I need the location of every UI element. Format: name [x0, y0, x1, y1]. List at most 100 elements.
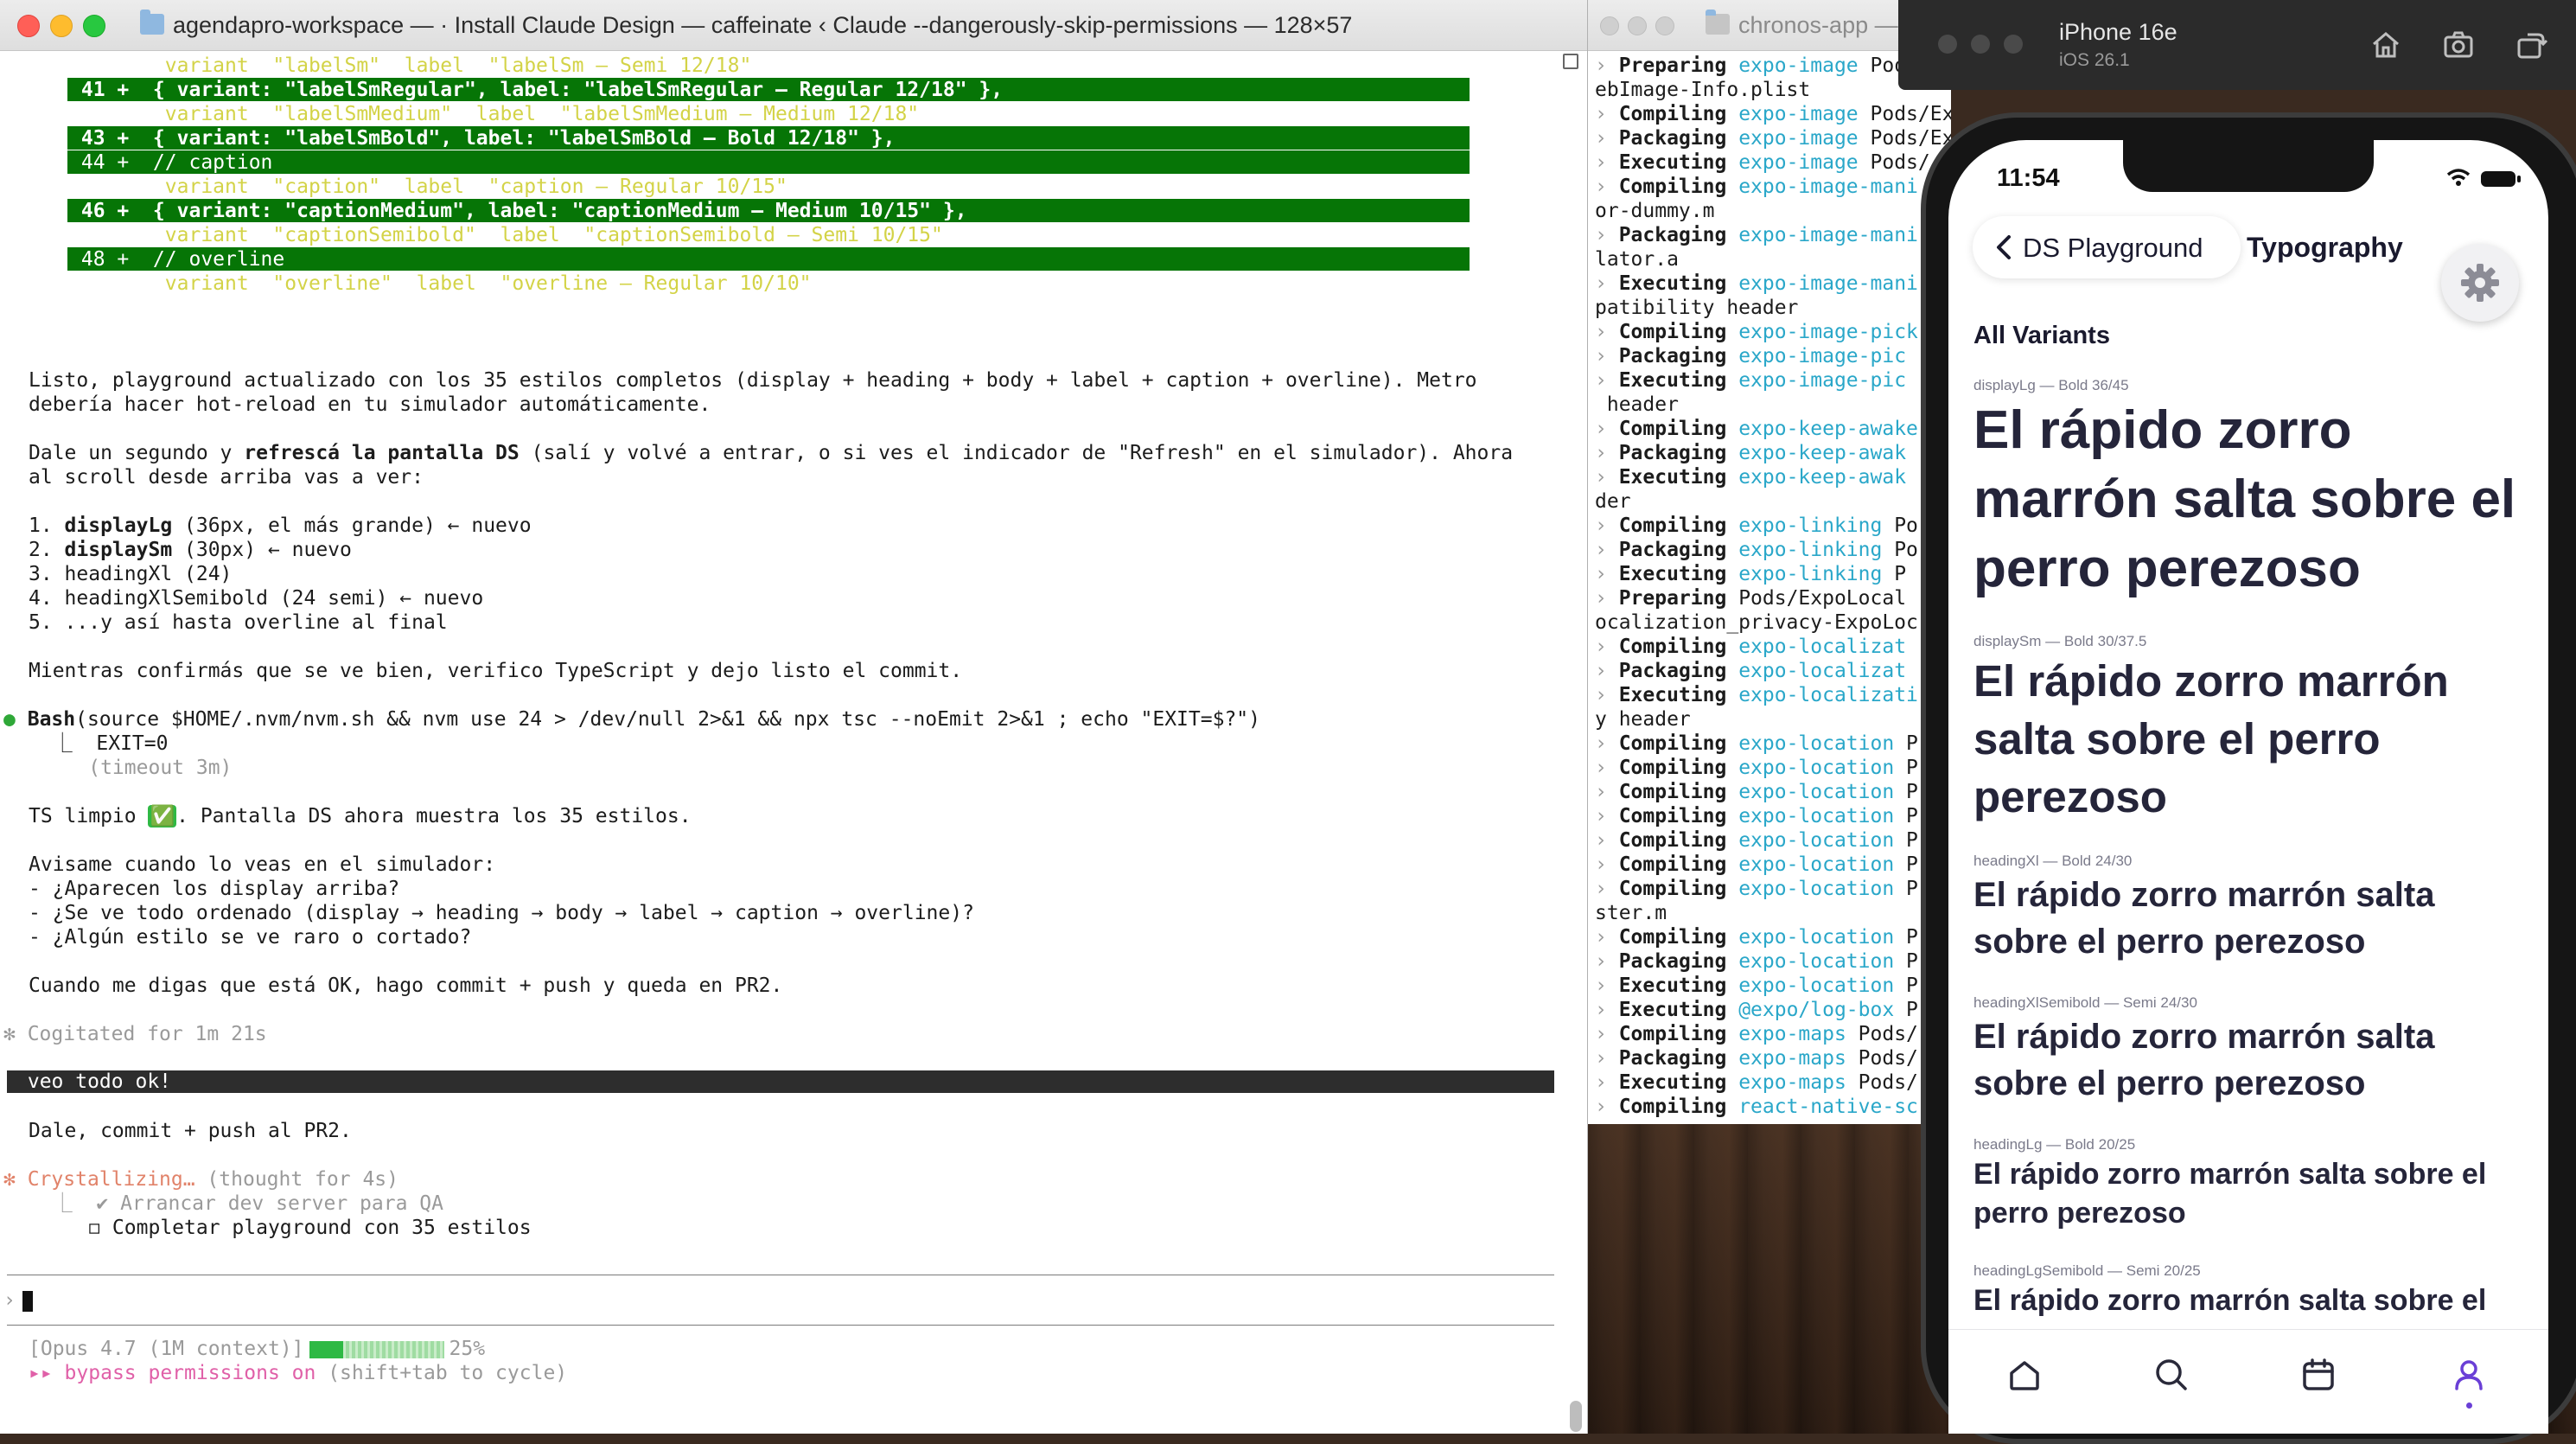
settings-button[interactable] [2441, 244, 2519, 322]
terminal-titlebar[interactable]: chronos-app — [1588, 0, 1951, 51]
build-log-line: lator.a [1595, 248, 1679, 271]
device-name: iPhone 16e [2059, 19, 2177, 45]
diff-line: 48 + // overline [69, 248, 285, 271]
variant-sample: El rápido zorro marrón salta sobre el [1973, 1284, 2487, 1317]
build-log-line: › Compiling expo-localizat [1595, 636, 1907, 658]
minimize-button[interactable] [50, 15, 73, 37]
assistant-text: al scroll desde arriba vas a ver: [29, 466, 424, 489]
screenshot-icon[interactable] [2441, 28, 2476, 62]
terminal-titlebar[interactable]: agendapro-workspace — · Install Claude D… [0, 0, 1587, 51]
assistant-text: Listo, playground actualizado con los 35… [29, 369, 1477, 392]
tab-bar[interactable] [1948, 1329, 2548, 1434]
variant-sample: El rápido zorro marrón salta sobre el pe… [1973, 1158, 2487, 1230]
diff-line: variant "caption" label "caption — Regul… [69, 176, 787, 198]
gear-icon [2461, 264, 2499, 302]
user-message-bar [7, 1070, 1554, 1093]
todo-item-open: ◻ Completar playground con 35 estilos [29, 1217, 532, 1239]
chevron-left-icon [1997, 235, 2011, 259]
close-button[interactable] [17, 15, 40, 37]
calendar-tab-icon[interactable] [2299, 1356, 2337, 1394]
build-log-line: › Preparing Pods/ExpoLocal [1595, 587, 1907, 610]
build-log-line: › Compiling expo-image-pick [1595, 321, 1918, 343]
build-log-line: › Packaging expo-linking Po [1595, 539, 1918, 561]
bash-tool-line: ● Bash(source $HOME/.nvm/nvm.sh && nvm u… [3, 708, 1260, 731]
diff-line: variant "captionSemibold" label "caption… [69, 224, 943, 246]
build-log-line: › Compiling expo-linking Po [1595, 514, 1918, 537]
build-log-line: › Executing expo-image Pods/ [1595, 151, 1930, 174]
build-log-line: › Compiling expo-keep-awake [1595, 418, 1918, 440]
build-log-line: › Compiling expo-location P [1595, 829, 1918, 852]
permissions-line[interactable]: ▸▸ bypass permissions on (shift+tab to c… [29, 1361, 567, 1385]
text-cursor [22, 1290, 33, 1312]
user-message: veo todo ok! [16, 1070, 172, 1093]
variant-sample: El rápido zorro marrón salta sobre el pe… [1973, 876, 2435, 961]
assistant-text: Mientras confirmás que se ve bien, verif… [29, 660, 963, 682]
home-icon[interactable] [2369, 28, 2403, 62]
home-tab-icon[interactable] [2005, 1356, 2044, 1394]
scrollbar[interactable] [1570, 1401, 1582, 1432]
profile-tab-icon[interactable] [2450, 1356, 2488, 1394]
build-log-line: › Packaging expo-localizat [1595, 660, 1907, 682]
variant-caption: headingXlSemibold — Semi 24/30 [1973, 994, 2197, 1011]
context-progress-fill [309, 1340, 343, 1358]
terminal-window-build[interactable]: chronos-app — › Preparing expo-image Poo… [1587, 0, 1951, 1124]
bash-output: ⎿ EXIT=0 [29, 732, 169, 755]
build-log-line: › Compiling expo-location P [1595, 853, 1918, 876]
build-log-line: ebImage-Info.plist [1595, 79, 1811, 101]
build-log-line: › Executing expo-linking P [1595, 563, 1907, 585]
minimize-button[interactable] [1971, 35, 1990, 54]
variant-sample: El rápido zorro marrón salta sobre el pe… [1973, 1018, 2435, 1102]
close-button[interactable] [1938, 35, 1957, 54]
assistant-text: Cuando me digas que está OK, hago commit… [29, 974, 783, 997]
list-item: 2. displaySm (30px) ← nuevo [29, 539, 352, 561]
minimize-button[interactable] [1628, 16, 1647, 35]
page-title: Typography [2247, 232, 2403, 263]
build-log-line: › Compiling expo-location P [1595, 926, 1918, 949]
assistant-text: Dale, commit + push al PR2. [29, 1120, 352, 1142]
status-icons [2443, 166, 2522, 195]
prompt-input[interactable]: › [3, 1288, 33, 1313]
phone-screen[interactable]: 11:54 DS Playground Typography All Varia… [1948, 140, 2548, 1434]
back-button[interactable]: DS Playground [1973, 216, 2241, 278]
build-log-line: › Packaging expo-location P [1595, 950, 1918, 973]
split-pane-icon[interactable] [1563, 54, 1578, 69]
assistant-text: TS limpio ✅. Pantalla DS ahora muestra l… [29, 805, 692, 827]
crystallizing-status: ✻ Crystallizing… (thought for 4s) [3, 1168, 399, 1191]
zoom-button[interactable] [1655, 16, 1674, 35]
build-log-line: › Executing expo-keep-awak [1595, 466, 1907, 489]
build-log-line: ster.m [1595, 902, 1667, 924]
status-line: [Opus 4.7 (1M context)] 25% [29, 1338, 486, 1360]
build-log-line: › Compiling expo-location P [1595, 805, 1918, 827]
zoom-button[interactable] [83, 15, 105, 37]
variant-caption: displayLg — Bold 36/45 [1973, 377, 2129, 393]
prompt-divider [7, 1325, 1554, 1326]
close-button[interactable] [1600, 16, 1619, 35]
search-tab-icon[interactable] [2152, 1356, 2190, 1394]
assistant-text: - ¿Se ve todo ordenado (display → headin… [29, 902, 974, 924]
build-log-line: › Compiling expo-location P [1595, 757, 1918, 779]
terminal-window-main[interactable]: agendapro-workspace — · Install Claude D… [0, 0, 1588, 1434]
build-log-line: › Packaging expo-keep-awak [1595, 442, 1907, 464]
variant-caption: headingXl — Bold 24/30 [1973, 853, 2133, 869]
section-title: All Variants [1973, 322, 2110, 349]
build-log-line: › Executing expo-location P [1595, 974, 1918, 997]
simulator-toolbar[interactable]: iPhone 16e iOS 26.1 [1898, 0, 2576, 90]
assistant-text: - ¿Aparecen los display arriba? [29, 878, 400, 900]
status-time: 11:54 [1997, 164, 2060, 192]
context-progress-bar [309, 1340, 444, 1358]
variant-caption: displaySm — Bold 30/37.5 [1973, 633, 2147, 649]
folder-icon [1706, 10, 1730, 35]
diff-line: 41 + { variant: "labelSmRegular", label:… [69, 79, 1004, 101]
list-item: 5. ...y así hasta overline al final [29, 611, 448, 634]
build-log-line: › Packaging expo-image-pic [1595, 345, 1907, 367]
todo-item-done: ⎿ ✔ Arrancar dev server para QA [29, 1192, 443, 1215]
zoom-button[interactable] [2004, 35, 2023, 54]
diff-line: variant "labelSm" label "labelSm — Semi … [69, 54, 752, 77]
active-tab-indicator [2466, 1402, 2472, 1409]
window-title: chronos-app — [1738, 12, 1898, 38]
os-version: iOS 26.1 [2059, 50, 2130, 70]
assistant-text: Avisame cuando lo veas en el simulador: [29, 853, 496, 876]
rotate-icon[interactable] [2514, 28, 2548, 62]
variant-caption: headingLgSemibold — Semi 20/25 [1973, 1262, 2201, 1279]
diff-line: 44 + // caption [69, 151, 273, 174]
